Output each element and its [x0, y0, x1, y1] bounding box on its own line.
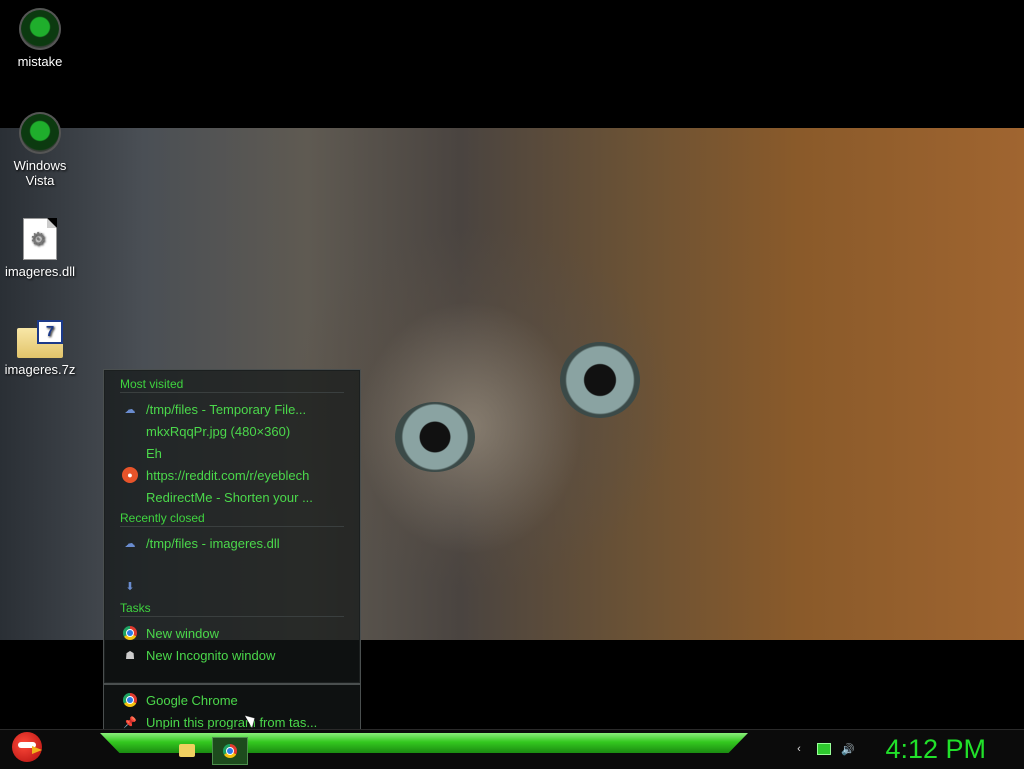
desktop-icon-label: imageres.dll [4, 264, 76, 279]
taskbar-chrome-button[interactable] [212, 737, 248, 765]
jumplist-item-label: https://reddit.com/r/eyeblech [146, 467, 310, 483]
most-visited-header: Most visited [120, 377, 184, 391]
jumplist-item-label: /tmp/files - imageres.dll [146, 535, 280, 551]
jumplist-item[interactable]: ☁ /tmp/files - Temporary File... [122, 399, 342, 419]
jumplist-item[interactable]: RedirectMe - Shorten your ... [122, 487, 342, 507]
jumplist-item-label: Unpin this program from tas... [146, 714, 318, 730]
separator [120, 392, 344, 393]
jumplist-item-label: New Incognito window [146, 647, 276, 663]
chrome-jump-list: Most visited ☁ /tmp/files - Temporary Fi… [103, 369, 361, 684]
desktop-icon-label: Windows Vista [13, 158, 67, 188]
jumplist-item[interactable]: ☁ /tmp/files - imageres.dll [122, 533, 342, 553]
jumplist-item-label: Eh [146, 445, 162, 461]
taskbar-clock[interactable]: 4:12 PM [885, 734, 986, 765]
separator [120, 616, 344, 617]
desktop-icon-mistake[interactable]: mistake [0, 8, 80, 69]
cloud-icon: ☁ [124, 537, 136, 550]
folder-icon [179, 743, 195, 757]
taskbar-explorer-button[interactable] [170, 737, 204, 763]
jumplist-item[interactable]: mkxRqqPr.jpg (480×360) [122, 421, 342, 441]
desktop-icon-imageres-dll[interactable]: ⚙ imageres.dll [0, 218, 80, 279]
start-button[interactable] [8, 730, 46, 766]
show-hidden-icons-icon[interactable]: ‹ [792, 742, 806, 756]
orb-icon [19, 8, 61, 50]
reddit-icon: ● [122, 467, 138, 483]
jumplist-item-label: New window [146, 625, 219, 641]
chrome-jump-list-actions: Google Chrome 📌 Unpin this program from … [103, 684, 361, 732]
network-icon[interactable] [816, 742, 832, 756]
jumplist-item[interactable]: Eh [122, 443, 342, 463]
desktop-icon-windows-vista[interactable]: Windows Vista [0, 112, 80, 188]
gear-icon: ⚙ [30, 229, 47, 249]
jumplist-item[interactable]: ⬇ [122, 576, 342, 596]
recently-closed-header: Recently closed [120, 511, 205, 525]
open-chrome-item[interactable]: Google Chrome [122, 690, 342, 710]
wallpaper-eye-right [560, 342, 640, 418]
download-icon: ⬇ [125, 580, 135, 593]
pin-icon: 📌 [123, 716, 137, 729]
desktop-icon-imageres-7z[interactable]: 7 imageres.7z [0, 320, 80, 377]
angry-bird-start-icon [12, 732, 42, 762]
new-window-task[interactable]: New window [122, 623, 342, 643]
cloud-icon: ☁ [124, 403, 136, 416]
jumplist-item-label: /tmp/files - Temporary File... [146, 401, 307, 417]
wallpaper-eye-left [395, 402, 475, 472]
blank-page-icon [122, 445, 138, 461]
volume-icon[interactable]: 🔊 [840, 742, 856, 756]
jumplist-item-label: Google Chrome [146, 692, 238, 708]
desktop-icon-label: imageres.7z [4, 362, 76, 377]
recycle-bin-icon [19, 112, 61, 154]
seven-zip-badge: 7 [37, 320, 63, 344]
blank-page-icon [122, 423, 138, 439]
separator [120, 526, 344, 527]
chrome-icon [122, 692, 138, 708]
tasks-header: Tasks [120, 601, 151, 615]
chrome-icon [223, 744, 237, 758]
new-incognito-window-task[interactable]: ☗ New Incognito window [122, 645, 342, 665]
jumplist-item[interactable]: ● https://reddit.com/r/eyeblech [122, 465, 342, 485]
dll-file-icon: ⚙ [23, 218, 57, 260]
blank-page-icon [122, 489, 138, 505]
desktop-icon-label: mistake [17, 54, 63, 69]
7z-archive-icon: 7 [17, 320, 63, 358]
jumplist-item-label: mkxRqqPr.jpg (480×360) [146, 423, 291, 439]
jumplist-item-label: RedirectMe - Shorten your ... [146, 489, 313, 505]
incognito-icon: ☗ [125, 649, 135, 662]
chrome-icon [122, 625, 138, 641]
